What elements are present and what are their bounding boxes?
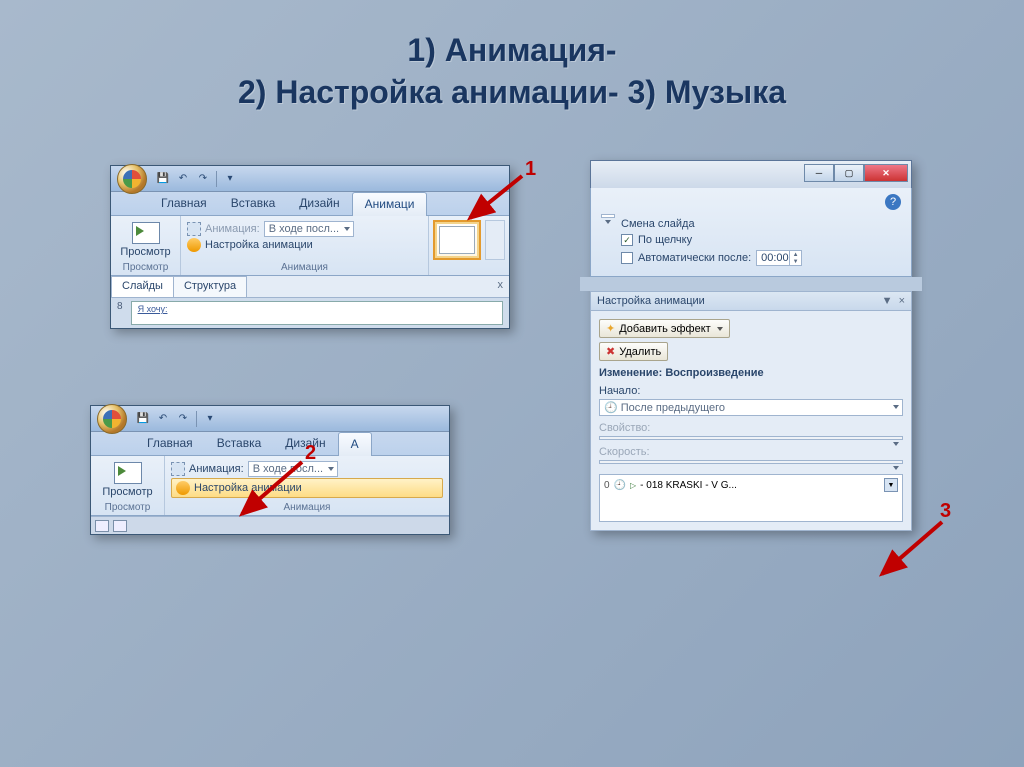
animate-icon: [171, 462, 185, 476]
slide-thumbnail[interactable]: Я хочу:: [131, 301, 503, 325]
close-icon[interactable]: x: [492, 276, 510, 297]
speed-dropdown: [599, 460, 903, 464]
tab-slides[interactable]: Слайды: [111, 276, 174, 297]
arrow-3: [870, 516, 950, 586]
tab-home[interactable]: Главная: [135, 432, 205, 455]
help-icon[interactable]: ?: [885, 194, 901, 210]
speed-label: Скорость:: [599, 446, 903, 458]
arrow-2: [230, 456, 310, 526]
star-icon: [176, 481, 190, 495]
group-label-preview: Просмотр: [97, 500, 158, 513]
tab-animation[interactable]: А: [338, 432, 372, 456]
panel-animation-tab: 💾 ↶ ↷ ▾ Главная Вставка Дизайн Анимаци П…: [110, 165, 510, 329]
save-icon[interactable]: 💾: [134, 410, 152, 428]
slide-panel-tabs: Слайды Структура x: [111, 276, 509, 298]
slide-number: 8: [117, 301, 123, 312]
normal-view-icon[interactable]: [95, 520, 109, 532]
tab-design[interactable]: Дизайн: [287, 192, 351, 215]
tab-structure[interactable]: Структура: [173, 276, 247, 297]
tab-insert[interactable]: Вставка: [219, 192, 288, 215]
qat-dropdown-icon[interactable]: ▾: [221, 170, 239, 188]
slide-thumbnail-area: 8 Я хочу:: [111, 298, 509, 328]
pane-menu-icon[interactable]: ▼: [882, 295, 893, 307]
change-label: Изменение: Воспроизведение: [599, 367, 903, 379]
quick-access-toolbar: 💾 ↶ ↷ ▾: [111, 166, 509, 192]
play-icon: ▷: [630, 481, 636, 490]
start-dropdown[interactable]: 🕘 После предыдущего: [599, 399, 903, 416]
task-pane-body: ✦ Добавить эффект ✖ Удалить Изменение: В…: [590, 311, 912, 531]
undo-icon[interactable]: ↶: [154, 410, 172, 428]
ribbon-tabs: Главная Вставка Дизайн Анимаци: [111, 192, 509, 216]
star-add-icon: ✦: [606, 322, 615, 335]
transition-section-title: Смена слайда: [621, 218, 901, 230]
star-icon: [187, 238, 201, 252]
clock-icon: 🕘: [604, 402, 618, 414]
checkbox-checked-icon: ✓: [621, 234, 633, 246]
animation-settings-button[interactable]: Настройка анимации: [205, 239, 313, 251]
preview-button[interactable]: Просмотр: [97, 460, 158, 500]
animate-label: Анимация:: [205, 223, 260, 235]
save-icon[interactable]: 💾: [154, 170, 172, 188]
auto-time-spinner[interactable]: 00:00 ▲▼: [756, 250, 802, 266]
play-icon: [114, 462, 142, 484]
redo-icon[interactable]: ↷: [194, 170, 212, 188]
close-button[interactable]: ✕: [864, 164, 908, 182]
ribbon-body: Просмотр Просмотр Анимация: В ходе посл.…: [111, 216, 509, 276]
start-label: Начало:: [599, 385, 903, 397]
effect-menu-icon[interactable]: ▼: [884, 478, 898, 492]
sorter-view-icon[interactable]: [113, 520, 127, 532]
tab-home[interactable]: Главная: [149, 192, 219, 215]
redo-icon[interactable]: ↷: [174, 410, 192, 428]
pane-close-icon[interactable]: ×: [899, 295, 905, 307]
sound-dropdown[interactable]: [601, 214, 615, 218]
panel-task-pane: ─ ▢ ✕ ? Смена слайда ✓ По щелчку Автомат…: [590, 160, 912, 531]
effect-item[interactable]: 0 🕘 ▷ - 018 KRASKI - V G... ▼: [602, 477, 900, 493]
group-label-animation: Анимация: [187, 260, 422, 273]
group-label-preview: Просмотр: [117, 260, 174, 273]
preview-button[interactable]: Просмотр: [117, 220, 174, 260]
qat-dropdown-icon[interactable]: ▾: [201, 410, 219, 428]
tab-animation[interactable]: Анимаци: [352, 192, 428, 216]
remove-button[interactable]: ✖ Удалить: [599, 342, 668, 361]
property-dropdown: [599, 436, 903, 440]
undo-icon[interactable]: ↶: [174, 170, 192, 188]
arrow-1: [460, 170, 530, 230]
auto-after-checkbox[interactable]: Автоматически после: 00:00 ▲▼: [621, 250, 901, 266]
on-click-checkbox[interactable]: ✓ По щелчку: [621, 234, 901, 246]
checkbox-icon: [621, 252, 633, 264]
clock-icon: 🕘: [614, 480, 626, 491]
effect-index: 0: [604, 480, 610, 491]
maximize-button[interactable]: ▢: [834, 164, 864, 182]
animate-dropdown[interactable]: В ходе посл...: [264, 221, 354, 237]
window-controls: ─ ▢ ✕: [590, 160, 912, 188]
office-button[interactable]: [117, 164, 147, 194]
effect-name: - 018 KRASKI - V G...: [640, 480, 880, 491]
page-title: 1) Анимация- 2) Настройка анимации- 3) М…: [0, 0, 1024, 123]
delete-icon: ✖: [606, 345, 615, 358]
add-effect-button[interactable]: ✦ Добавить эффект: [599, 319, 730, 338]
animate-icon: [187, 222, 201, 236]
tab-insert[interactable]: Вставка: [205, 432, 274, 455]
task-pane-header: Настройка анимации ▼ ×: [590, 291, 912, 311]
minimize-button[interactable]: ─: [804, 164, 834, 182]
office-button[interactable]: [97, 404, 127, 434]
property-label: Свойство:: [599, 422, 903, 434]
play-icon: [132, 222, 160, 244]
effect-list[interactable]: 0 🕘 ▷ - 018 KRASKI - V G... ▼: [599, 474, 903, 522]
